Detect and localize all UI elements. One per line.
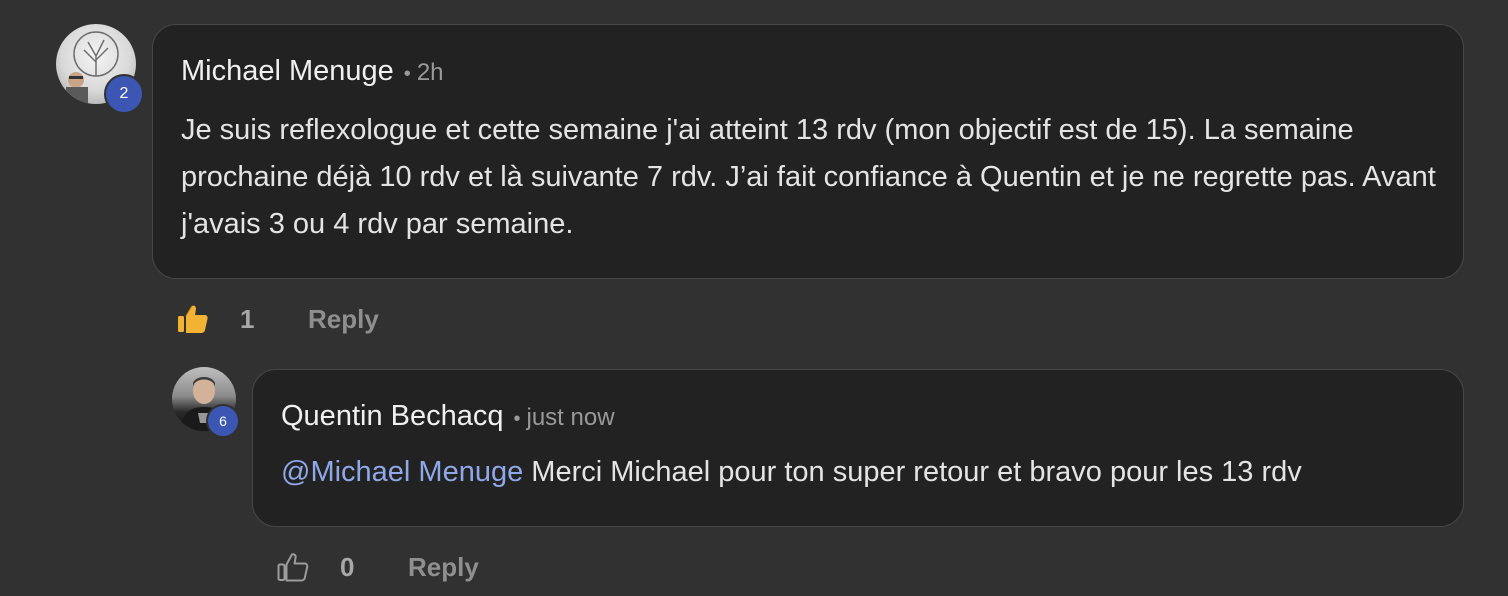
reply-text: Merci Michael pour ton super retour et b… bbox=[531, 456, 1302, 488]
separator-dot: • bbox=[403, 63, 411, 85]
comment-bubble: Michael Menuge • 2h Je suis reflexologue… bbox=[152, 24, 1464, 279]
reply-bubble: Quentin Bechacq • just now @Michael Menu… bbox=[252, 369, 1464, 527]
like-count: 0 bbox=[340, 551, 355, 582]
author-name[interactable]: Michael Menuge bbox=[181, 55, 394, 88]
comment-actions: 0 Reply bbox=[276, 550, 479, 584]
reply-button[interactable]: Reply bbox=[408, 552, 479, 583]
author-name[interactable]: Quentin Bechacq bbox=[281, 400, 503, 433]
separator-dot: • bbox=[513, 408, 521, 430]
level-badge: 6 bbox=[206, 404, 240, 438]
thumbs-up-outline-icon[interactable] bbox=[276, 550, 310, 584]
reply-button[interactable]: Reply bbox=[308, 304, 379, 335]
comment-header: Quentin Bechacq • just now bbox=[281, 400, 615, 433]
comment-timestamp: 2h bbox=[416, 59, 444, 86]
comment-header: Michael Menuge • 2h bbox=[181, 55, 444, 88]
like-count: 1 bbox=[240, 303, 255, 334]
avatar-quentin-bechacq[interactable]: 6 bbox=[172, 367, 240, 438]
comment-text: Je suis reflexologue et cette semaine j'… bbox=[181, 114, 1436, 240]
comment-text: @Michael Menuge Merci Michael pour ton s… bbox=[281, 452, 1451, 492]
thumbs-up-filled-icon[interactable] bbox=[176, 302, 210, 336]
comment-actions: 1 Reply bbox=[176, 302, 379, 336]
avatar-michael-menuge[interactable]: 2 bbox=[56, 24, 144, 114]
comment-timestamp: just now bbox=[526, 404, 615, 431]
comment-thread: 2 Michael Menuge • 2h Je suis reflexolog… bbox=[0, 0, 1508, 596]
user-mention[interactable]: @Michael Menuge bbox=[281, 456, 523, 488]
level-badge: 2 bbox=[104, 74, 144, 114]
